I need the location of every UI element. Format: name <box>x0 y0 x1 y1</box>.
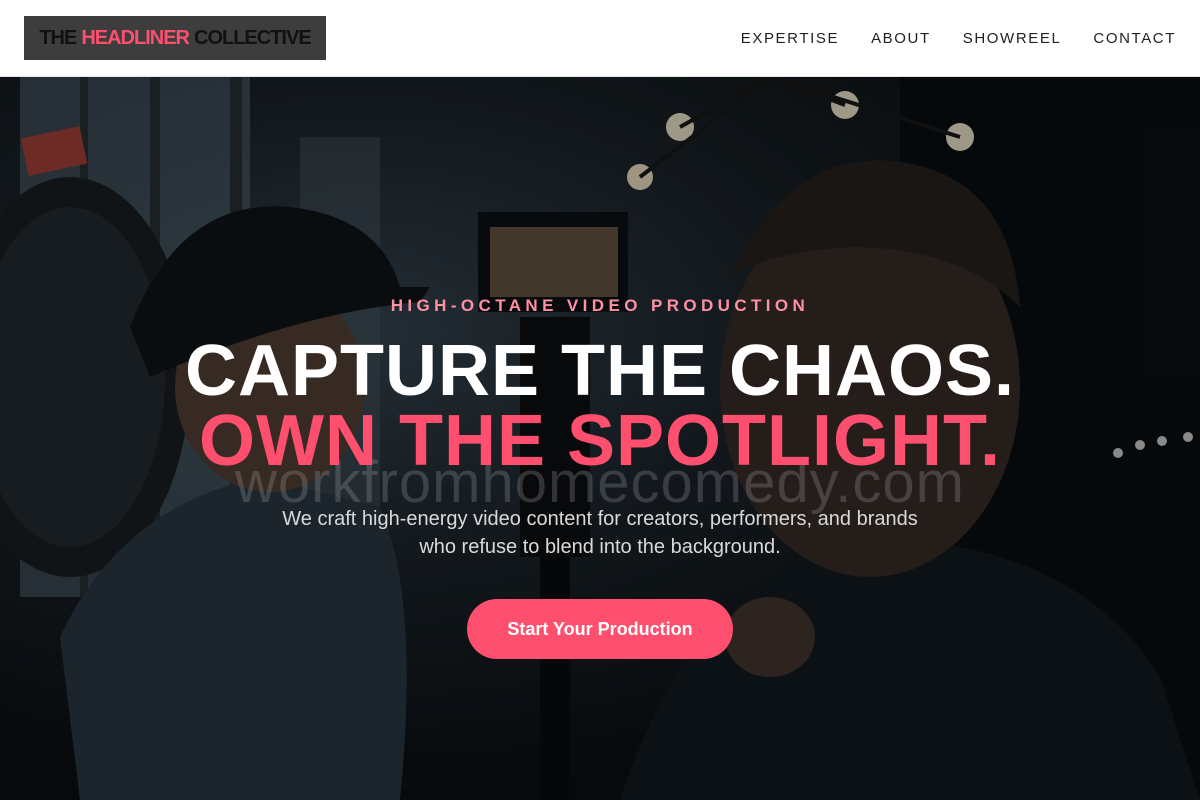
hero-content: HIGH-OCTANE VIDEO PRODUCTION workfromhom… <box>0 77 1200 800</box>
hero-section: HIGH-OCTANE VIDEO PRODUCTION workfromhom… <box>0 77 1200 800</box>
hero-headline-line1: CAPTURE THE CHAOS. <box>184 331 1016 411</box>
brand-part-headliner: HEADLINER <box>81 26 190 49</box>
brand-part-the: THE <box>39 26 77 49</box>
nav-link-expertise[interactable]: EXPERTISE <box>741 30 839 47</box>
main-nav: EXPERTISE ABOUT SHOWREEL CONTACT <box>709 0 1176 77</box>
nav-link-contact[interactable]: CONTACT <box>1093 30 1176 47</box>
start-production-button[interactable]: Start Your Production <box>467 599 733 659</box>
hero-eyebrow: HIGH-OCTANE VIDEO PRODUCTION <box>390 296 810 315</box>
brand-logo[interactable]: THE HEADLINER COLLECTIVE <box>24 16 326 60</box>
site-header: THE HEADLINER COLLECTIVE EXPERTISE ABOUT S… <box>0 0 1200 77</box>
nav-link-about[interactable]: ABOUT <box>871 30 931 47</box>
hero-headline-line2: OWN THE SPOTLIGHT. <box>199 401 1001 481</box>
brand-part-collective: COLLECTIVE <box>194 26 312 49</box>
hero-subtext: We craft high-energy video content for c… <box>282 508 918 558</box>
nav-link-showreel[interactable]: SHOWREEL <box>963 30 1062 47</box>
